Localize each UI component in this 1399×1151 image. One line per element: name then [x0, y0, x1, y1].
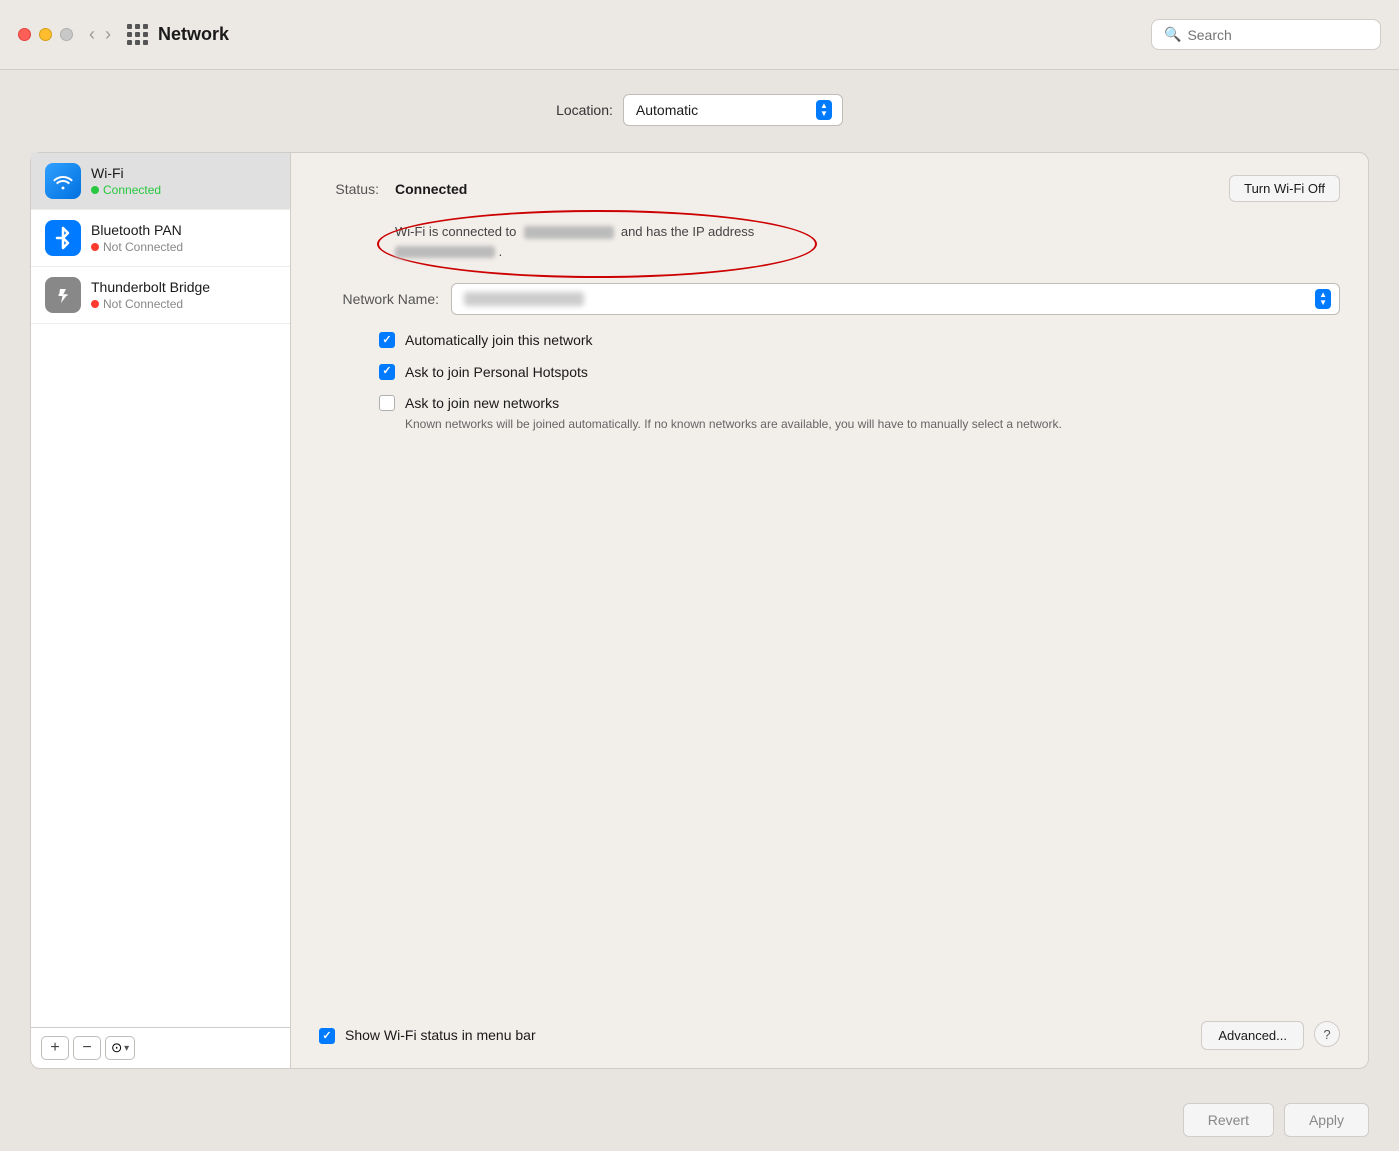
- location-chevron-icon: ▲ ▼: [816, 100, 832, 120]
- sidebar-thunderbolt-status-text: Not Connected: [103, 297, 183, 311]
- show-wifi-label: Show Wi-Fi status in menu bar: [345, 1026, 536, 1046]
- sidebar-bluetooth-status-text: Not Connected: [103, 240, 183, 254]
- grid-icon[interactable]: [127, 24, 148, 45]
- personal-hotspot-checkbox[interactable]: [379, 364, 395, 380]
- auto-join-label: Automatically join this network: [405, 331, 593, 351]
- show-wifi-checkbox[interactable]: [319, 1028, 335, 1044]
- bluetooth-icon: [45, 220, 81, 256]
- network-name-chevron-icon: ▲ ▼: [1315, 289, 1331, 309]
- sidebar-wifi-status: Connected: [91, 183, 161, 197]
- grid-dot: [127, 40, 132, 45]
- sidebar-list: Wi-Fi Connected Blue: [31, 153, 290, 1027]
- sidebar-item-info-thunderbolt: Thunderbolt Bridge Not Connected: [91, 279, 210, 311]
- right-panel: Status: Connected Turn Wi-Fi Off Wi-Fi i…: [290, 152, 1369, 1069]
- sidebar-item-bluetooth-pan[interactable]: Bluetooth PAN Not Connected: [31, 210, 290, 267]
- sidebar-item-thunderbolt[interactable]: Thunderbolt Bridge Not Connected: [31, 267, 290, 324]
- auto-join-row: Automatically join this network: [319, 331, 1340, 351]
- ip-address-blurred: [395, 246, 495, 258]
- sidebar-item-info-bluetooth: Bluetooth PAN Not Connected: [91, 222, 183, 254]
- location-label: Location:: [556, 102, 613, 118]
- search-box[interactable]: 🔍: [1151, 19, 1381, 50]
- grid-dot: [135, 32, 140, 37]
- more-options-button[interactable]: ⊙ ▾: [105, 1036, 135, 1060]
- status-dot-connected: [91, 186, 99, 194]
- grid-dot: [135, 40, 140, 45]
- grid-dot: [143, 24, 148, 29]
- sidebar-item-wifi[interactable]: Wi-Fi Connected: [31, 153, 290, 210]
- more-options-icon: ⊙: [111, 1040, 122, 1056]
- sidebar-thunderbolt-status: Not Connected: [91, 297, 210, 311]
- panel-area: Wi-Fi Connected Blue: [30, 152, 1369, 1069]
- ip-address-blurred-container: .: [395, 244, 502, 259]
- status-dot-disconnected: [91, 243, 99, 251]
- forward-button[interactable]: ›: [103, 24, 113, 45]
- sidebar-bluetooth-status: Not Connected: [91, 240, 183, 254]
- info-text-prefix: Wi-Fi is connected to: [395, 224, 516, 239]
- location-row: Location: Automatic ▲ ▼: [30, 90, 1369, 136]
- network-name-label: Network Name:: [319, 291, 439, 307]
- status-row: Status: Connected Turn Wi-Fi Off: [319, 175, 1340, 202]
- new-networks-checkbox[interactable]: [379, 395, 395, 411]
- search-icon: 🔍: [1164, 26, 1181, 43]
- advanced-button[interactable]: Advanced...: [1201, 1021, 1304, 1050]
- sidebar-wifi-status-text: Connected: [103, 183, 161, 197]
- bottom-buttons: Advanced... ?: [1201, 1021, 1340, 1050]
- personal-hotspot-label: Ask to join Personal Hotspots: [405, 363, 588, 383]
- chevron-down-icon: ▾: [124, 1043, 129, 1054]
- search-input[interactable]: [1187, 27, 1368, 43]
- sidebar-thunderbolt-name: Thunderbolt Bridge: [91, 279, 210, 295]
- location-select[interactable]: Automatic ▲ ▼: [623, 94, 843, 126]
- nav-arrows: ‹ ›: [87, 24, 113, 45]
- minimize-button[interactable]: [39, 28, 52, 41]
- show-wifi-row: Show Wi-Fi status in menu bar: [319, 1026, 1201, 1046]
- info-box-container: Wi-Fi is connected to and has the IP add…: [319, 218, 1340, 265]
- status-dot-disconnected-tb: [91, 300, 99, 308]
- main-content: Location: Automatic ▲ ▼: [0, 70, 1399, 1089]
- add-network-button[interactable]: +: [41, 1036, 69, 1060]
- bottom-row: Show Wi-Fi status in menu bar Advanced..…: [319, 1005, 1340, 1050]
- window-controls: [18, 28, 73, 41]
- new-networks-info: Ask to join new networks Known networks …: [405, 394, 1062, 432]
- close-button[interactable]: [18, 28, 31, 41]
- grid-dot: [127, 24, 132, 29]
- apply-button[interactable]: Apply: [1284, 1103, 1369, 1137]
- sidebar-bluetooth-name: Bluetooth PAN: [91, 222, 183, 238]
- grid-dot: [127, 32, 132, 37]
- grid-dot: [143, 32, 148, 37]
- window-footer: Revert Apply: [0, 1089, 1399, 1151]
- back-button[interactable]: ‹: [87, 24, 97, 45]
- grid-dot: [143, 40, 148, 45]
- info-text-suffix: and has the IP address: [621, 224, 754, 239]
- network-name-value-blurred: [464, 292, 584, 306]
- thunderbolt-icon: [45, 277, 81, 313]
- sidebar-item-info-wifi: Wi-Fi Connected: [91, 165, 161, 197]
- revert-button[interactable]: Revert: [1183, 1103, 1274, 1137]
- wifi-icon: [45, 163, 81, 199]
- titlebar: ‹ › Network 🔍: [0, 0, 1399, 70]
- info-text-end: .: [499, 244, 503, 259]
- remove-network-button[interactable]: −: [73, 1036, 101, 1060]
- maximize-button[interactable]: [60, 28, 73, 41]
- info-box: Wi-Fi is connected to and has the IP add…: [319, 218, 1340, 265]
- sidebar: Wi-Fi Connected Blue: [30, 152, 290, 1069]
- location-select-value: Automatic: [636, 102, 698, 118]
- personal-hotspot-row: Ask to join Personal Hotspots: [319, 363, 1340, 383]
- wifi-off-button[interactable]: Turn Wi-Fi Off: [1229, 175, 1340, 202]
- network-name-row: Network Name: ▲ ▼: [319, 283, 1340, 315]
- new-networks-label: Ask to join new networks: [405, 394, 1062, 414]
- status-label: Status:: [319, 181, 379, 197]
- network-name-select[interactable]: ▲ ▼: [451, 283, 1340, 315]
- help-button[interactable]: ?: [1314, 1021, 1340, 1047]
- sidebar-footer: + − ⊙ ▾: [31, 1027, 290, 1068]
- new-networks-description: Known networks will be joined automatica…: [405, 416, 1062, 433]
- network-name-blurred: [524, 226, 614, 239]
- grid-dot: [135, 24, 140, 29]
- page-title: Network: [158, 24, 1151, 45]
- status-value: Connected: [395, 181, 1213, 197]
- auto-join-checkbox[interactable]: [379, 332, 395, 348]
- sidebar-wifi-name: Wi-Fi: [91, 165, 161, 181]
- new-networks-row: Ask to join new networks Known networks …: [319, 394, 1340, 432]
